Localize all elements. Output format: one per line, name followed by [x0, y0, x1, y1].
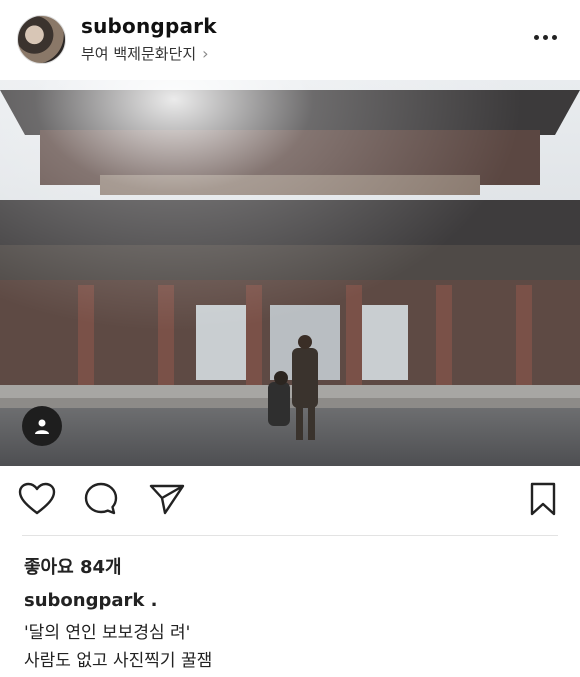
comment-icon[interactable]: [80, 478, 122, 520]
action-bar: [0, 478, 580, 526]
heart-icon[interactable]: [16, 478, 58, 520]
location-label: 부여 백제문화단지: [81, 45, 197, 63]
caption-username[interactable]: subongpark .: [24, 590, 157, 611]
more-options-icon[interactable]: [532, 27, 558, 47]
caption-line: 사람도 없고 사진찍기 꿀잼: [24, 651, 213, 671]
person-tag-icon[interactable]: [22, 406, 62, 446]
post-location[interactable]: 부여 백제문화단지 ›: [81, 43, 209, 64]
send-icon[interactable]: [146, 478, 188, 520]
post-header: subongpark 부여 백제문화단지 ›: [0, 0, 580, 80]
divider: [22, 535, 558, 536]
post-username[interactable]: subongpark: [81, 14, 217, 38]
palace-gate-image: [0, 80, 580, 466]
chevron-right-icon: ›: [202, 44, 209, 63]
avatar[interactable]: [17, 15, 66, 64]
caption-line: '달의 연인 보보경심 려': [24, 623, 191, 643]
likes-count[interactable]: 좋아요 84개: [24, 553, 122, 579]
bookmark-icon[interactable]: [522, 478, 564, 520]
post-photo[interactable]: [0, 80, 580, 466]
